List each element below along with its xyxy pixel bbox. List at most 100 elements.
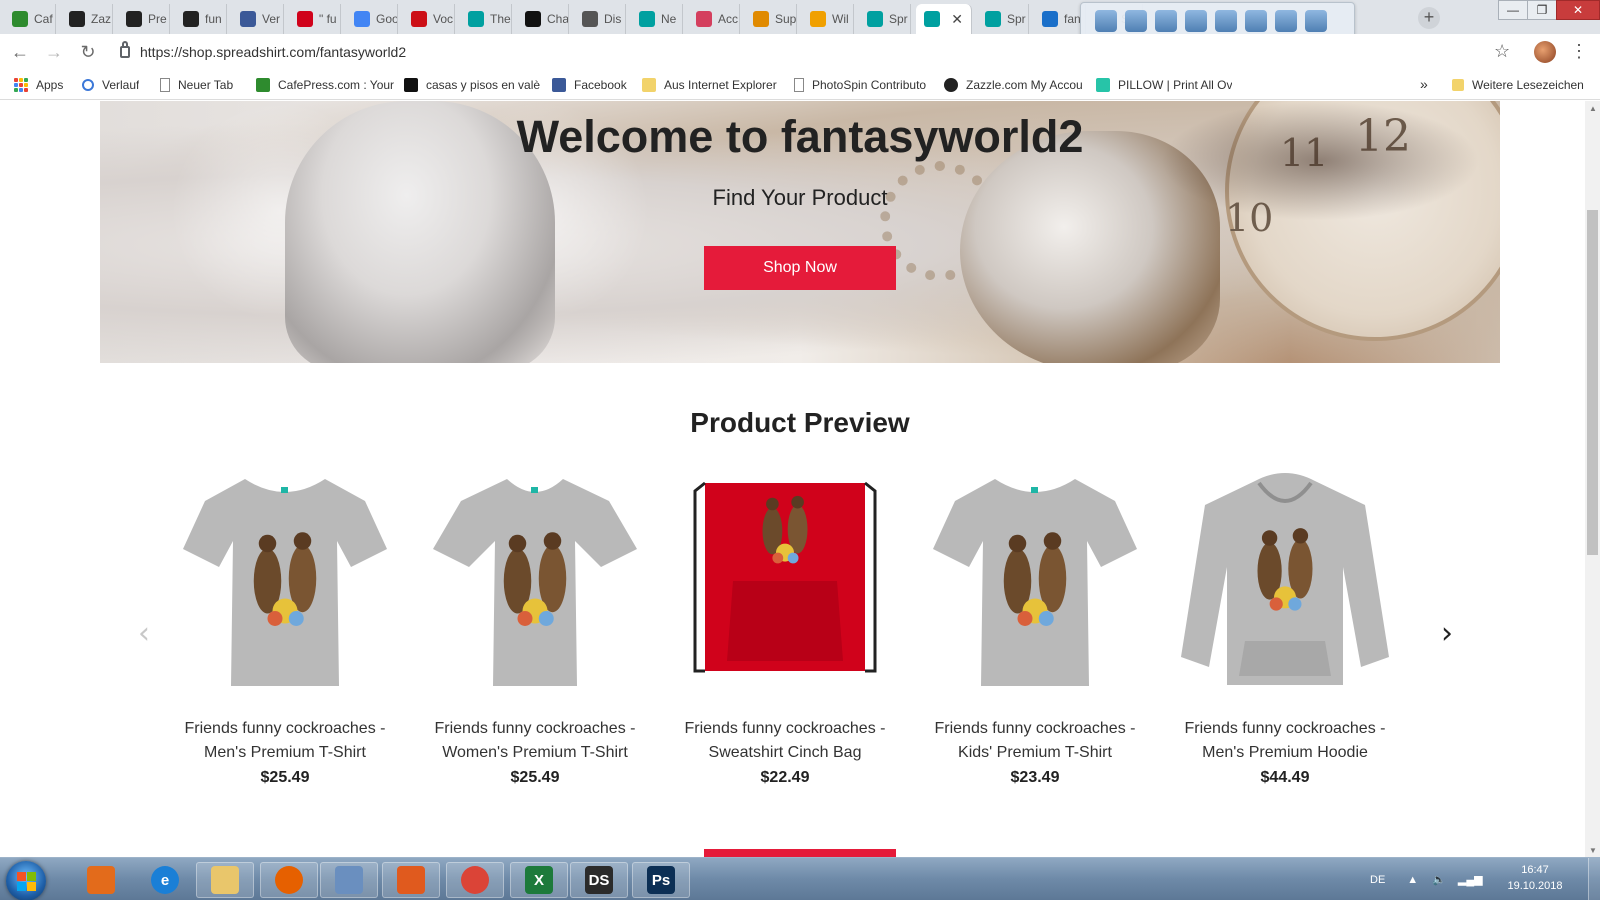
bookmark-label: Verlauf (102, 78, 140, 92)
new-tab-button[interactable]: + (1418, 7, 1440, 29)
reload-icon[interactable]: ↻ (74, 38, 102, 66)
network-icon[interactable]: ▂▄▆ (1458, 873, 1483, 886)
bookmark-star-icon[interactable]: ☆ (1494, 41, 1510, 62)
product-image[interactable] (1175, 471, 1395, 691)
close-tab-icon[interactable]: ✕ (951, 11, 963, 28)
bookmark-item[interactable]: casas y pisos en valè (404, 77, 540, 93)
url-text[interactable]: https://shop.spreadshirt.com/fantasyworl… (140, 44, 406, 60)
cs-icon (753, 11, 769, 27)
scroll-up-icon[interactable]: ▲ (1589, 104, 1597, 113)
ds-icon: DS (585, 866, 613, 894)
toolbar-app-icon[interactable] (1275, 10, 1297, 32)
apps-grid-dot (24, 88, 28, 92)
menu-icon[interactable]: ⋮ (1570, 41, 1588, 62)
bookmark-item[interactable]: Zazzle.com My Accou (944, 77, 1083, 93)
scrollbar-thumb[interactable] (1587, 210, 1598, 555)
product-name[interactable]: Friends funny cockroaches - Men's Premium… (1170, 717, 1400, 765)
lock-icon[interactable] (120, 41, 130, 58)
volume-icon[interactable]: 🔈 (1432, 873, 1446, 886)
product-image[interactable] (425, 471, 645, 691)
taskbar-app[interactable]: Ps (632, 862, 690, 898)
window-controls: — ❐ ✕ (1498, 0, 1600, 20)
windows-start-button[interactable] (6, 861, 46, 900)
address-bar[interactable]: https://shop.spreadshirt.com/fantasyworl… (110, 38, 1500, 66)
tab[interactable]: Voc (403, 4, 455, 34)
taskbar-app[interactable] (196, 862, 254, 898)
taskbar-app[interactable]: X (510, 862, 568, 898)
other-bookmarks[interactable]: Weitere Lesezeichen (1452, 77, 1584, 93)
toolbar-app-icon[interactable] (1125, 10, 1147, 32)
carousel-prev-icon[interactable]: ‹ (138, 616, 150, 651)
tab[interactable]: Spr (977, 4, 1029, 34)
taskbar-app[interactable]: e (136, 862, 194, 898)
profile-avatar[interactable] (1534, 41, 1556, 63)
product-price: $22.49 (760, 769, 810, 786)
carousel-next-icon[interactable]: › (1441, 616, 1453, 651)
close-window-icon[interactable]: ✕ (1556, 0, 1600, 20)
scroll-down-icon[interactable]: ▼ (1589, 846, 1597, 855)
tab[interactable]: Caf (4, 4, 56, 34)
toolbar-app-icon[interactable] (1215, 10, 1237, 32)
shop-now-button[interactable]: Shop Now (704, 246, 896, 290)
toolbar-app-icon[interactable] (1155, 10, 1177, 32)
forward-icon[interactable]: → (40, 38, 68, 66)
taskbar-app[interactable] (382, 862, 440, 898)
tab[interactable]: Zaz (61, 4, 113, 34)
language-indicator[interactable]: DE (1370, 874, 1385, 886)
tab[interactable]: fun (175, 4, 227, 34)
bookmark-item[interactable]: Aus Internet Explorer (642, 77, 777, 93)
bookmark-item[interactable]: Apps (14, 77, 63, 93)
chrome-icon (461, 866, 489, 894)
tab[interactable]: Sup (745, 4, 797, 34)
more-products-button[interactable] (704, 849, 896, 857)
product-image[interactable] (175, 471, 395, 691)
taskbar-app[interactable] (446, 862, 504, 898)
tab[interactable]: Spr (859, 4, 911, 34)
taskbar-app[interactable] (260, 862, 318, 898)
tray-expand-icon[interactable]: ▲ (1407, 874, 1418, 886)
tab[interactable]: Ne (631, 4, 683, 34)
tab[interactable]: Acc (688, 4, 740, 34)
cockroach-head (1292, 528, 1309, 544)
bookmark-item[interactable]: PILLOW | Print All Ov (1096, 77, 1232, 93)
taskbar-app[interactable] (72, 862, 130, 898)
tab[interactable]: fan (1034, 4, 1086, 34)
taskbar-app[interactable] (320, 862, 378, 898)
bookmarks-overflow-button[interactable]: » (1420, 76, 1428, 92)
cbf-icon (810, 11, 826, 27)
tab[interactable]: Dis (574, 4, 626, 34)
toolbar-app-icon[interactable] (1095, 10, 1117, 32)
product-price: $25.49 (510, 769, 560, 786)
taskbar-app[interactable]: DS (570, 862, 628, 898)
toolbar-app-icon[interactable] (1185, 10, 1207, 32)
maximize-icon[interactable]: ❐ (1527, 0, 1557, 20)
product-image[interactable] (925, 471, 1145, 691)
tab-active[interactable]: ✕ (916, 4, 972, 34)
tab[interactable]: Ver (232, 4, 284, 34)
id-icon (404, 78, 418, 92)
tab[interactable]: Cha (517, 4, 569, 34)
tab[interactable]: The (460, 4, 512, 34)
bookmark-item[interactable]: PhotoSpin Contributo (794, 77, 926, 93)
toolbar-app-icon[interactable] (1305, 10, 1327, 32)
bookmark-item[interactable]: Facebook (552, 77, 627, 93)
show-desktop-button[interactable] (1588, 858, 1600, 900)
product-name[interactable]: Friends funny cockroaches - Men's Premium… (170, 717, 400, 765)
product-name[interactable]: Friends funny cockroaches - Women's Premi… (420, 717, 650, 765)
tab[interactable]: Pre (118, 4, 170, 34)
product-image[interactable] (675, 471, 895, 691)
back-icon[interactable]: ← (6, 38, 34, 66)
toolbar-app-icon[interactable] (1245, 10, 1267, 32)
tab[interactable]: Wil (802, 4, 854, 34)
bookmark-item[interactable]: CafePress.com : Your (256, 77, 394, 93)
windows-taskbar: e X DS Ps DE ▲ 🔈 ▂▄▆ 16:47 19.10.2018 (0, 857, 1600, 900)
minimize-icon[interactable]: — (1498, 0, 1528, 20)
bookmark-item[interactable]: Neuer Tab (160, 77, 233, 93)
product-name[interactable]: Friends funny cockroaches - Sweatshirt Ci… (670, 717, 900, 765)
apps-grid-dot (14, 83, 18, 87)
tab[interactable]: Goo (346, 4, 398, 34)
taskbar-clock[interactable]: 16:47 19.10.2018 (1505, 862, 1565, 894)
product-name[interactable]: Friends funny cockroaches - Kids' Premium… (920, 717, 1150, 765)
tab[interactable]: " fu (289, 4, 341, 34)
bookmark-item[interactable]: Verlauf (82, 77, 139, 93)
